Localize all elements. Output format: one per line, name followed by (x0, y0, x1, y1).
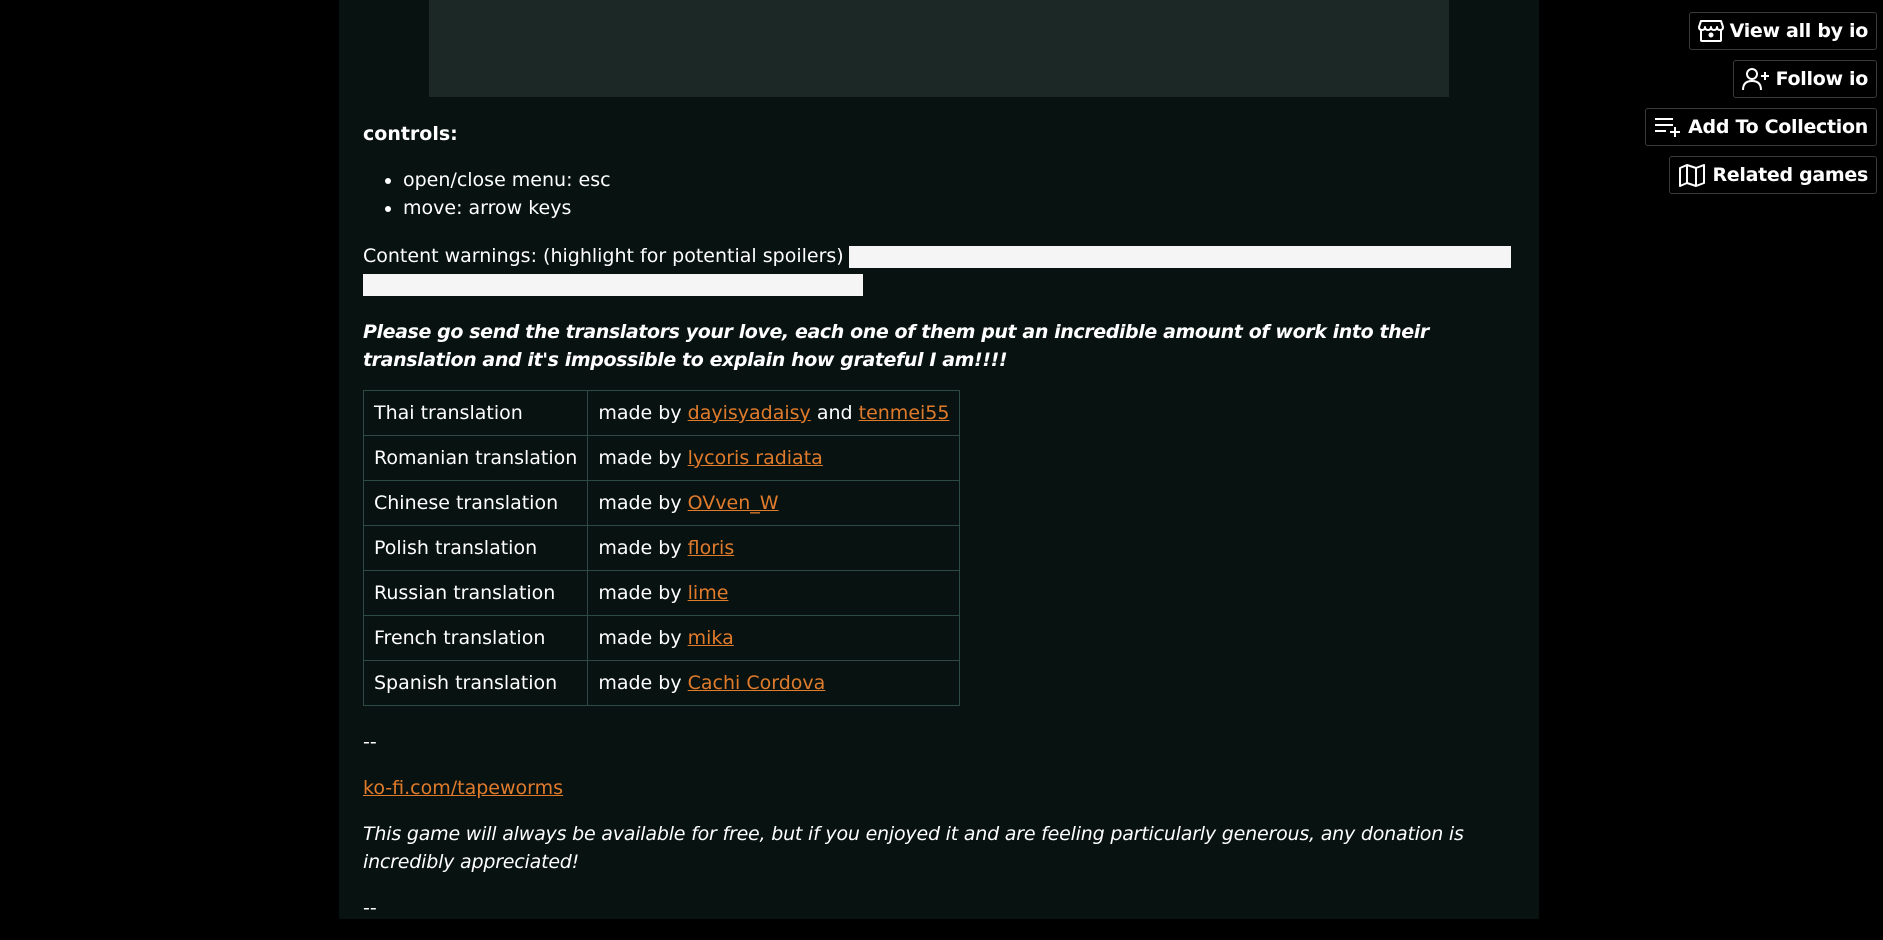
control-item-move: move: arrow keys (403, 194, 1523, 222)
game-embed-frame[interactable] (429, 0, 1449, 97)
translation-language: Polish translation (362, 525, 589, 571)
itchio-store-icon (1697, 19, 1724, 43)
table-row: Polish translation made by floris (362, 525, 961, 571)
follow-label: Follow io (1775, 68, 1869, 90)
table-row: Thai translation made by dayisyadaisy an… (362, 390, 961, 436)
translation-credit: made by Cachi Cordova (587, 660, 961, 706)
made-by-label: made by (598, 582, 682, 604)
made-by-label: made by (598, 672, 682, 694)
kofi-paragraph: ko-fi.com/tapeworms (363, 774, 1523, 802)
spoiler-highlight-block[interactable] (363, 273, 863, 296)
content-warnings-label: Content warnings: (highlight for potenti… (363, 245, 844, 267)
table-row: Chinese translation made by OVven_W (362, 480, 961, 526)
translators-love-note: Please go send the translators your love… (363, 321, 1429, 371)
kofi-link[interactable]: ko-fi.com/tapeworms (363, 777, 563, 799)
controls-list: open/close menu: esc move: arrow keys (363, 166, 1523, 222)
view-all-by-button[interactable]: View all by io (1688, 12, 1877, 50)
made-by-label: made by (598, 447, 682, 469)
made-by-label: made by (598, 492, 682, 514)
made-by-label: made by (598, 627, 682, 649)
spoiler-highlight-block[interactable] (848, 245, 1511, 268)
add-to-collection-label: Add To Collection (1688, 116, 1868, 138)
translation-language: Thai translation (362, 390, 589, 436)
translations-table: Thai translation made by dayisyadaisy an… (362, 390, 961, 706)
translation-language: Chinese translation (362, 480, 589, 526)
translation-language: Russian translation (362, 570, 589, 616)
user-plus-icon (1741, 67, 1770, 91)
add-to-collection-button[interactable]: Add To Collection (1645, 108, 1877, 146)
table-row: Romanian translation made by lycoris rad… (362, 435, 961, 481)
description-content: controls: open/close menu: esc move: arr… (362, 120, 1523, 940)
made-by-label: made by (598, 402, 682, 424)
translation-credit: made by lime (587, 570, 961, 616)
table-row: French translation made by mika (362, 615, 961, 661)
game-description-column: controls: open/close menu: esc move: arr… (339, 0, 1539, 919)
translator-link[interactable]: lime (688, 582, 729, 604)
translator-link[interactable]: Cachi Cordova (688, 672, 826, 694)
table-row: Russian translation made by lime (362, 570, 961, 616)
translation-language: Spanish translation (362, 660, 589, 706)
translation-credit: made by lycoris radiata (587, 435, 961, 481)
content-warnings: Content warnings: (highlight for potenti… (363, 242, 1523, 298)
translation-credit: made by mika (587, 615, 961, 661)
made-by-label: made by (598, 537, 682, 559)
and-label: and (816, 402, 853, 424)
translation-credit: made by OVven_W (587, 480, 961, 526)
translation-language: French translation (362, 615, 589, 661)
translator-link[interactable]: OVven_W (688, 492, 779, 514)
related-games-button[interactable]: Related games (1669, 156, 1877, 194)
translation-language: Romanian translation (362, 435, 589, 481)
separator: -- (363, 897, 377, 919)
user-actions-panel: View all by io Follow io Add To Collecti… (1645, 12, 1877, 194)
translator-link[interactable]: mika (688, 627, 734, 649)
view-all-label: View all by io (1729, 20, 1869, 42)
donation-note: This game will always be available for f… (363, 823, 1464, 873)
controls-heading: controls: (363, 123, 458, 145)
map-icon (1678, 163, 1706, 187)
playlist-add-icon (1654, 115, 1682, 139)
follow-button[interactable]: Follow io (1732, 60, 1877, 98)
control-item-menu: open/close menu: esc (403, 166, 1523, 194)
translation-credit: made by floris (587, 525, 961, 571)
translator-link[interactable]: floris (688, 537, 735, 559)
translator-link[interactable]: dayisyadaisy (688, 402, 811, 424)
translator-link[interactable]: lycoris radiata (688, 447, 823, 469)
related-games-label: Related games (1712, 164, 1868, 186)
translation-credit: made by dayisyadaisy and tenmei55 (587, 390, 961, 436)
separator: -- (363, 731, 377, 753)
translator-link[interactable]: tenmei55 (859, 402, 950, 424)
table-row: Spanish translation made by Cachi Cordov… (362, 660, 961, 706)
